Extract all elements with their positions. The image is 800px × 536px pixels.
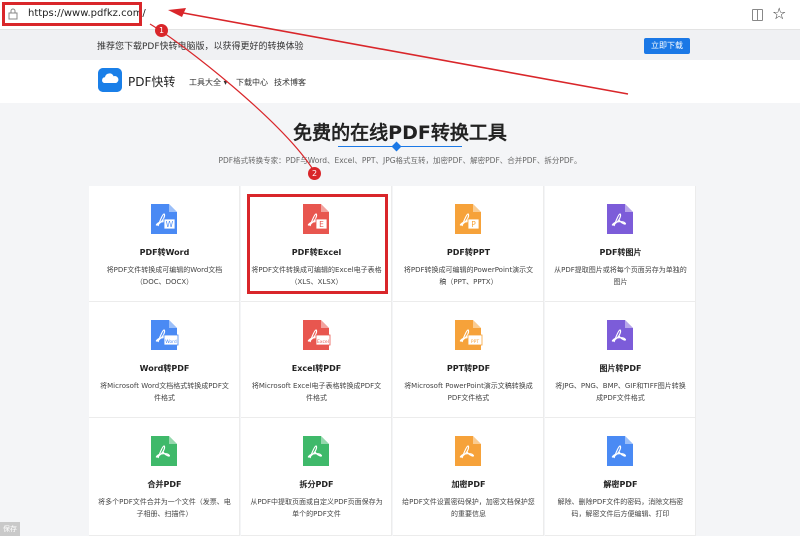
tool-card-pdf-to-image[interactable]: PDF转图片从PDF提取图片或将每个页面另存为单独的图片 xyxy=(545,186,696,302)
decrypt-pdf-icon xyxy=(607,436,633,466)
pdf-to-image-icon xyxy=(607,204,633,234)
tool-card-description: 解除、删除PDF文件的密码，消除文档密码，解密文件后方便编辑、打印 xyxy=(557,498,684,518)
tool-card-description: 将多个PDF文件合并为一个文件（发票、电子相册、扫描件） xyxy=(98,498,231,518)
tool-card-description: 将PDF文件转换成可编辑的Word文档（DOC、DOCX） xyxy=(106,266,223,286)
tool-card-title: PDF转PPT xyxy=(446,248,491,257)
excel-card-highlight-box xyxy=(247,194,388,294)
tool-card-description: 从PDF中提取页面或自定义PDF页面保存为单个的PDF文件 xyxy=(250,498,383,518)
tool-card-title: PDF转图片 xyxy=(599,248,642,257)
corner-watermark: 保存 xyxy=(0,522,20,536)
svg-text:Excel: Excel xyxy=(317,339,329,345)
tool-card-pdf-to-word[interactable]: W PDF转Word 将PDF文件转换成可编辑的Word文档（DOC、DOCX） xyxy=(89,186,240,302)
browser-address-bar: https://www.pdfkz.com/ ☆ xyxy=(0,0,800,30)
logo-text[interactable]: PDF快转 xyxy=(128,73,175,90)
page-subtitle: PDF格式转换专家：PDF与Word、Excel、PPT、JPG格式互转，加密P… xyxy=(218,156,582,165)
merge-pdf-icon xyxy=(151,436,177,466)
tool-card-title: 加密PDF xyxy=(451,480,486,489)
nav-item-tech-blog[interactable]: 技术博客 xyxy=(274,77,306,88)
tool-card-split-pdf[interactable]: 拆分PDF 从PDF中提取页面或自定义PDF页面保存为单个的PDF文件 xyxy=(241,418,392,536)
tool-card-ppt-to-pdf[interactable]: PPT PPT转PDF 将Microsoft PowerPoint演示文稿转换成PD… xyxy=(393,302,544,418)
tool-card-title: 合并PDF xyxy=(147,480,182,489)
tool-card-title: 拆分PDF xyxy=(299,480,334,489)
pdf-to-word-icon: W xyxy=(151,204,177,234)
page-title: 免费的在线PDF转换工具 xyxy=(293,122,507,144)
svg-text:W: W xyxy=(166,220,174,229)
tool-card-description: 将JPG、PNG、BMP、GIF和TIFF图片转换成PDF文件格式 xyxy=(555,382,686,402)
nav-item-download-center[interactable]: 下载中心 xyxy=(236,77,268,88)
tool-card-description: 将Microsoft Excel电子表格转换成PDF文件格式 xyxy=(251,382,382,402)
tool-card-title: Excel转PDF xyxy=(291,364,342,373)
svg-text:P: P xyxy=(471,220,476,229)
svg-text:PPT: PPT xyxy=(471,339,479,345)
tool-card-description: 给PDF文件设置密码保护，加密文档保护您的重要信息 xyxy=(402,498,535,518)
annotation-marker-1: 1 xyxy=(155,24,168,37)
tool-card-title: 解密PDF xyxy=(603,480,638,489)
excel-to-pdf-icon: Excel xyxy=(303,320,331,350)
url-highlight-box xyxy=(2,2,142,26)
pdf-to-ppt-icon: P xyxy=(455,204,481,234)
tool-card-title: PPT转PDF xyxy=(446,364,491,373)
tool-card-excel-to-pdf[interactable]: Excel Excel转PDF 将Microsoft Excel电子表格转换成PDF… xyxy=(241,302,392,418)
svg-text:Word: Word xyxy=(165,339,177,345)
tool-card-decrypt-pdf[interactable]: 解密PDF 解除、删除PDF文件的密码，消除文档密码，解密文件后方便编辑、打印 xyxy=(545,418,696,536)
tool-card-encrypt-pdf[interactable]: 加密PDF 给PDF文件设置密码保护，加密文档保护您的重要信息 xyxy=(393,418,544,536)
reader-view-icon[interactable] xyxy=(752,9,763,21)
word-to-pdf-icon: Word xyxy=(151,320,179,350)
nav-item-tools[interactable]: 工具大全 ▾ xyxy=(189,77,228,88)
tool-card-description: 将Microsoft PowerPoint演示文稿转换成PDF文件格式 xyxy=(404,382,533,402)
tool-card-title: 图片转PDF xyxy=(599,364,642,373)
promo-text: 推荐您下载PDF快转电脑版，以获得更好的转换体验 xyxy=(97,42,304,52)
tool-card-pdf-to-ppt[interactable]: P PDF转PPT 将PDF转换成可编辑的PowerPoint演示文稿（PPT、PP… xyxy=(393,186,544,302)
split-pdf-icon xyxy=(303,436,329,466)
tool-card-title: PDF转Word xyxy=(139,248,190,257)
annotation-marker-2: 2 xyxy=(308,167,321,180)
image-to-pdf-icon xyxy=(607,320,633,350)
tool-card-description: 从PDF提取图片或将每个页面另存为单独的图片 xyxy=(554,266,687,286)
tool-card-description: 将PDF转换成可编辑的PowerPoint演示文稿（PPT、PPTX） xyxy=(403,266,534,286)
tool-card-merge-pdf[interactable]: 合并PDF 将多个PDF文件合并为一个文件（发票、电子相册、扫描件） xyxy=(89,418,240,536)
ppt-to-pdf-icon: PPT xyxy=(455,320,483,350)
tool-card-description: 将Microsoft Word文档格式转换成PDF文件格式 xyxy=(100,382,229,402)
download-now-button[interactable]: 立即下载 xyxy=(644,38,690,54)
tool-card-word-to-pdf[interactable]: Word Word转PDF 将Microsoft Word文档格式转换成PDF文件格… xyxy=(89,302,240,418)
tool-card-title: Word转PDF xyxy=(139,364,190,373)
tool-card-image-to-pdf[interactable]: 图片转PDF 将JPG、PNG、BMP、GIF和TIFF图片转换成PDF文件格式 xyxy=(545,302,696,418)
logo-cloud-icon[interactable] xyxy=(98,68,122,92)
encrypt-pdf-icon xyxy=(455,436,481,466)
bookmark-star-icon[interactable]: ☆ xyxy=(772,4,786,24)
